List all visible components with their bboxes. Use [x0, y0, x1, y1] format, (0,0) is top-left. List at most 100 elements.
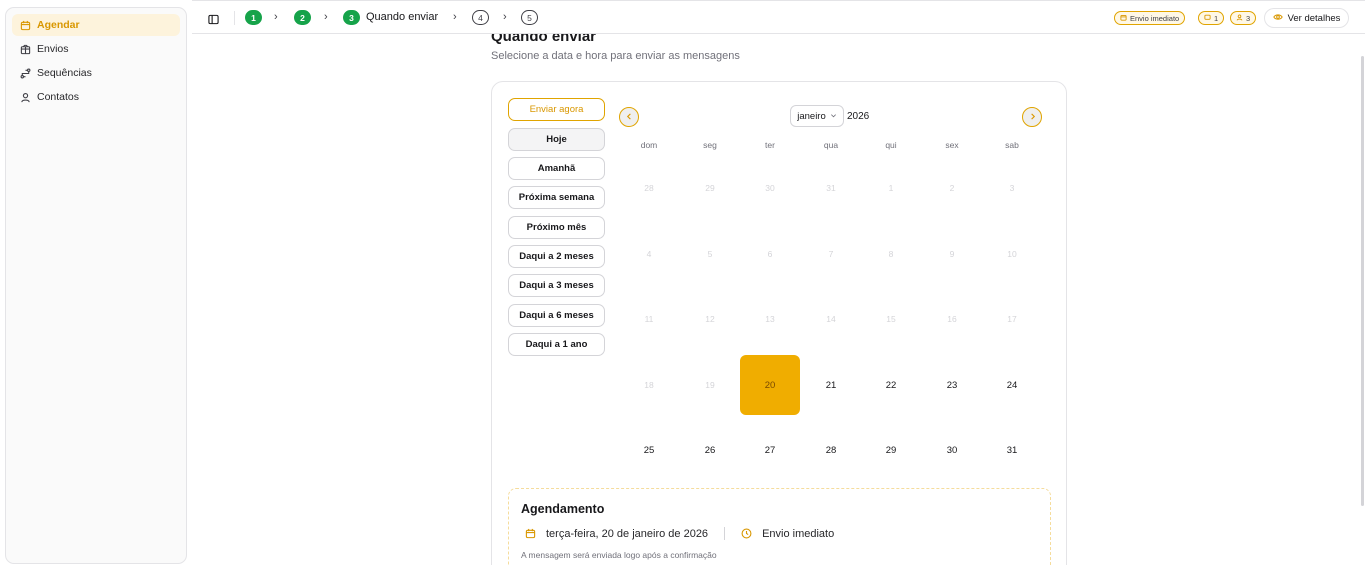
schedule-summary: Agendamento terça-feira, 20 de janeiro d… — [508, 488, 1051, 565]
calendar-day[interactable]: 23 — [922, 355, 982, 415]
chevron-down-icon — [830, 111, 837, 122]
sidebar-item-label: Agendar — [37, 19, 80, 31]
calendar-day: 14 — [826, 314, 836, 324]
calendar-day[interactable]: 26 — [680, 420, 740, 480]
calendar-year: 2026 — [847, 111, 870, 122]
calendar-day: 10 — [1007, 249, 1017, 259]
calendar-day[interactable]: 29 — [861, 420, 921, 480]
calendar-day: 17 — [1007, 314, 1017, 324]
clock-icon — [741, 528, 752, 539]
scrollbar[interactable] — [1361, 56, 1364, 506]
quick-tomorrow-button[interactable]: Amanhã — [508, 157, 605, 180]
calendar-day: 4 — [646, 249, 652, 259]
contacts-badge: 3 — [1230, 11, 1257, 25]
step-2[interactable]: 2 — [294, 10, 311, 25]
calendar-day: 5 — [707, 249, 713, 259]
schedule-date: terça-feira, 20 de janeiro de 2026 — [546, 527, 709, 540]
messages-badge: 1 — [1198, 11, 1225, 25]
calendar-icon — [525, 528, 536, 539]
sidebar-item-contatos[interactable]: Contatos — [12, 86, 180, 108]
calendar-day[interactable]: 31 — [982, 420, 1042, 480]
calendar-day: 2 — [949, 183, 955, 193]
quick-today-button[interactable]: Hoje — [508, 128, 605, 151]
quick-3-months-button[interactable]: Daqui a 3 meses — [508, 274, 605, 297]
sidebar-toggle-icon[interactable] — [208, 12, 220, 25]
user-icon — [1236, 14, 1243, 23]
step-5[interactable]: 5 — [521, 10, 538, 25]
chevron-right-icon: › — [324, 11, 328, 23]
calendar-day: 29 — [705, 183, 715, 193]
calendar-day: 12 — [705, 314, 715, 324]
eye-icon — [1272, 12, 1283, 25]
month-select[interactable]: janeiro — [790, 105, 844, 127]
calendar-day: 11 — [644, 314, 654, 324]
calendar-day: 30 — [765, 183, 775, 193]
step-4[interactable]: 4 — [472, 10, 489, 25]
calendar-day[interactable]: 21 — [801, 355, 861, 415]
calendar-day[interactable]: 25 — [619, 420, 679, 480]
divider — [724, 527, 726, 540]
quick-next-month-button[interactable]: Próximo mês — [508, 216, 605, 239]
calendar-day: 19 — [705, 380, 715, 390]
route-icon — [19, 67, 31, 79]
calendar-day-selected[interactable]: 20 — [740, 355, 800, 415]
sidebar-item-agendar[interactable]: Agendar — [12, 14, 180, 36]
chevron-right-icon: › — [503, 11, 507, 23]
calendar-day[interactable]: 22 — [861, 355, 921, 415]
sidebar-item-label: Envios — [37, 43, 69, 55]
chevron-left-icon — [626, 112, 633, 122]
calendar-day: 6 — [767, 249, 773, 259]
sidebar-item-label: Contatos — [37, 91, 80, 103]
message-icon — [1204, 14, 1211, 23]
prev-month-button[interactable] — [619, 107, 639, 127]
weekday-label: qua — [823, 140, 839, 150]
weekday-label: sab — [1005, 140, 1019, 150]
mode-badge: Envio imediato — [1114, 11, 1186, 25]
sidebar-item-label: Sequências — [37, 67, 92, 79]
schedule-time: Envio imediato — [762, 527, 835, 540]
calendar-day: 13 — [765, 314, 775, 324]
chevron-right-icon: › — [453, 11, 457, 23]
calendar-day[interactable]: 28 — [801, 420, 861, 480]
calendar-day[interactable]: 30 — [922, 420, 982, 480]
quick-6-months-button[interactable]: Daqui a 6 meses — [508, 304, 605, 327]
calendar-day: 16 — [947, 314, 957, 324]
chevron-right-icon: › — [274, 11, 278, 23]
send-now-button[interactable]: Enviar agora — [508, 98, 605, 121]
chevron-right-icon — [1029, 112, 1036, 122]
calendar-day[interactable]: 27 — [740, 420, 800, 480]
calendar-day: 15 — [886, 314, 896, 324]
step-1[interactable]: 1 — [245, 10, 262, 25]
schedule-note: A mensagem será enviada logo após a conf… — [521, 550, 717, 560]
quick-1-year-button[interactable]: Daqui a 1 ano — [508, 333, 605, 356]
calendar-day: 1 — [888, 183, 894, 193]
calendar-icon — [1120, 14, 1127, 23]
view-details-button[interactable]: Ver detalhes — [1264, 8, 1349, 28]
page-subtitle: Selecione a data e hora para enviar as m… — [491, 50, 740, 62]
calendar-day: 28 — [644, 183, 654, 193]
calendar-day: 31 — [826, 183, 836, 193]
page-title-wrapper: Quando enviar — [491, 34, 691, 44]
top-bar: 1 › 2 › 3 Quando enviar › 4 › 5 Envio im… — [192, 0, 1365, 34]
calendar-day[interactable]: 24 — [982, 355, 1042, 415]
step-3[interactable]: 3 — [343, 10, 360, 25]
schedule-details: terça-feira, 20 de janeiro de 2026 Envio… — [525, 527, 834, 540]
weekday-label: ter — [765, 140, 775, 150]
divider — [234, 11, 235, 25]
quick-2-months-button[interactable]: Daqui a 2 meses — [508, 245, 605, 268]
calendar-day: 18 — [644, 380, 654, 390]
sidebar-item-sequencias[interactable]: Sequências — [12, 62, 180, 84]
sidebar: Agendar Envios Sequências Contatos — [5, 7, 187, 564]
package-icon — [19, 43, 31, 55]
user-icon — [19, 91, 31, 103]
weekday-label: dom — [640, 140, 658, 150]
quick-next-week-button[interactable]: Próxima semana — [508, 186, 605, 209]
calendar-icon — [19, 19, 31, 31]
page-title: Quando enviar — [491, 34, 597, 44]
sidebar-item-envios[interactable]: Envios — [12, 38, 180, 60]
calendar-day: 7 — [828, 249, 834, 259]
schedule-title: Agendamento — [521, 502, 605, 516]
calendar-day: 3 — [1009, 183, 1015, 193]
next-month-button[interactable] — [1022, 107, 1042, 127]
weekday-label: sex — [945, 140, 959, 150]
